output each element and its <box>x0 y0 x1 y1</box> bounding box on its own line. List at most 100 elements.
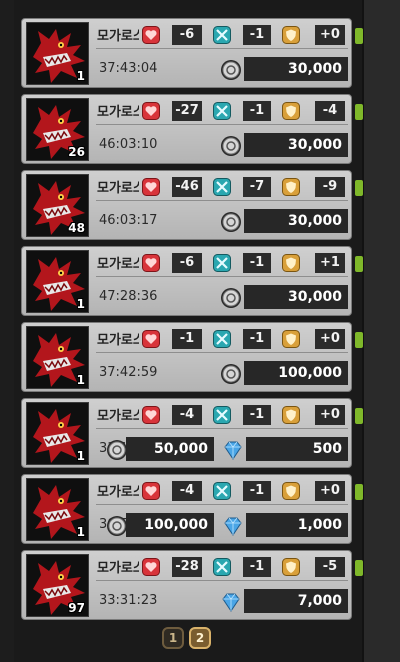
heart-icon <box>142 558 160 576</box>
silver-coin-icon <box>220 211 242 233</box>
attack-value: -1 <box>243 329 271 349</box>
edge-marker <box>355 484 363 500</box>
sword-icon <box>213 482 231 500</box>
right-column <box>362 0 400 662</box>
attack-value: -1 <box>243 101 271 121</box>
attack-value: -1 <box>243 25 271 45</box>
hp-value: -27 <box>172 101 202 121</box>
defense-value: +0 <box>315 405 345 425</box>
divider <box>96 48 348 49</box>
defense-value: -4 <box>315 101 345 121</box>
shield-icon <box>282 254 300 272</box>
remaining-time: 46:03:17 <box>99 213 158 228</box>
sword-icon <box>213 178 231 196</box>
coin-price: 50,000 <box>126 437 214 461</box>
edge-marker <box>355 104 363 120</box>
shield-icon <box>282 558 300 576</box>
level-badge: 48 <box>68 221 85 235</box>
diamond-price: 1,000 <box>246 513 348 537</box>
monster-name: 모가로스 <box>97 29 139 44</box>
divider <box>96 124 348 125</box>
edge-marker <box>355 560 363 576</box>
remaining-time: 37:42:59 <box>99 365 158 380</box>
sword-icon <box>213 254 231 272</box>
listing-card[interactable]: 1 모가로스 -1 -1 +0 37:42:59 100,000 <box>21 322 352 392</box>
hp-value: -6 <box>172 253 202 273</box>
monster-name: 모가로스 <box>97 257 139 272</box>
defense-value: +1 <box>315 253 345 273</box>
level-badge: 1 <box>76 297 85 311</box>
listing-card[interactable]: 1모가로스-4-1+033:13:4450,000500 <box>21 398 352 468</box>
level-badge: 1 <box>76 69 85 83</box>
silver-coin-icon <box>220 287 242 309</box>
attack-value: -1 <box>243 253 271 273</box>
coin-price: 30,000 <box>244 285 348 309</box>
hp-value: -4 <box>172 405 202 425</box>
shield-icon <box>282 406 300 424</box>
defense-value: -5 <box>315 557 345 577</box>
defense-value: +0 <box>315 329 345 349</box>
page-1-label: 1 <box>168 631 178 645</box>
heart-icon <box>142 330 160 348</box>
left-column <box>0 0 14 662</box>
monster-portrait: 1 <box>26 478 89 541</box>
diamond-icon <box>222 439 244 461</box>
divider <box>96 200 348 201</box>
remaining-time: 46:03:10 <box>99 137 158 152</box>
edge-marker <box>355 256 363 272</box>
monster-name: 모가로스 <box>97 561 139 576</box>
level-badge: 1 <box>76 525 85 539</box>
monster-portrait: 48 <box>26 174 89 237</box>
coin-price: 30,000 <box>244 133 348 157</box>
listing-card[interactable]: 1 모가로스 -6 -1 +0 37:43:04 30,000 <box>21 18 352 88</box>
monster-name: 모가로스 <box>97 485 139 500</box>
monster-name: 모가로스 <box>97 181 139 196</box>
diamond-icon <box>220 591 242 613</box>
listing-card[interactable]: 1 모가로스 -6 -1 +1 47:28:36 30,000 <box>21 246 352 316</box>
silver-coin-icon <box>106 439 128 461</box>
listing-card[interactable]: 48 모가로스 -46 -7 -9 46:03:17 30,000 <box>21 170 352 240</box>
coin-price: 30,000 <box>244 209 348 233</box>
divider <box>96 276 348 277</box>
attack-value: -7 <box>243 177 271 197</box>
silver-coin-icon <box>220 59 242 81</box>
hp-value: -6 <box>172 25 202 45</box>
page-2-label: 2 <box>195 631 205 645</box>
level-badge: 26 <box>68 145 85 159</box>
hp-value: -28 <box>172 557 202 577</box>
level-badge: 1 <box>76 449 85 463</box>
hp-value: -46 <box>172 177 202 197</box>
defense-value: -9 <box>315 177 345 197</box>
monster-portrait: 1 <box>26 402 89 465</box>
shield-icon <box>282 102 300 120</box>
divider <box>96 580 348 581</box>
shield-icon <box>282 330 300 348</box>
listing-card[interactable]: 26 모가로스 -27 -1 -4 46:03:10 30,000 <box>21 94 352 164</box>
edge-marker <box>355 180 363 196</box>
listing-card[interactable]: 97 모가로스 -28 -1 -5 33:31:23 7,000 <box>21 550 352 620</box>
sword-icon <box>213 330 231 348</box>
hp-value: -4 <box>172 481 202 501</box>
shield-icon <box>282 178 300 196</box>
defense-value: +0 <box>315 25 345 45</box>
page-1-button[interactable]: 1 <box>162 627 184 649</box>
divider <box>96 428 348 429</box>
coin-price: 100,000 <box>126 513 214 537</box>
page-2-button[interactable]: 2 <box>189 627 211 649</box>
heart-icon <box>142 254 160 272</box>
heart-icon <box>142 482 160 500</box>
divider <box>96 504 348 505</box>
diamond-price: 500 <box>246 437 348 461</box>
remaining-time: 47:28:36 <box>99 289 158 304</box>
attack-value: -1 <box>243 557 271 577</box>
listing-card[interactable]: 1모가로스-4-1+030:57:11100,0001,000 <box>21 474 352 544</box>
edge-marker <box>355 408 363 424</box>
sword-icon <box>213 558 231 576</box>
monster-portrait: 1 <box>26 22 89 85</box>
monster-portrait: 1 <box>26 326 89 389</box>
heart-icon <box>142 406 160 424</box>
hp-value: -1 <box>172 329 202 349</box>
remaining-time: 33:31:23 <box>99 593 158 608</box>
silver-coin-icon <box>220 363 242 385</box>
monster-name: 모가로스 <box>97 105 139 120</box>
